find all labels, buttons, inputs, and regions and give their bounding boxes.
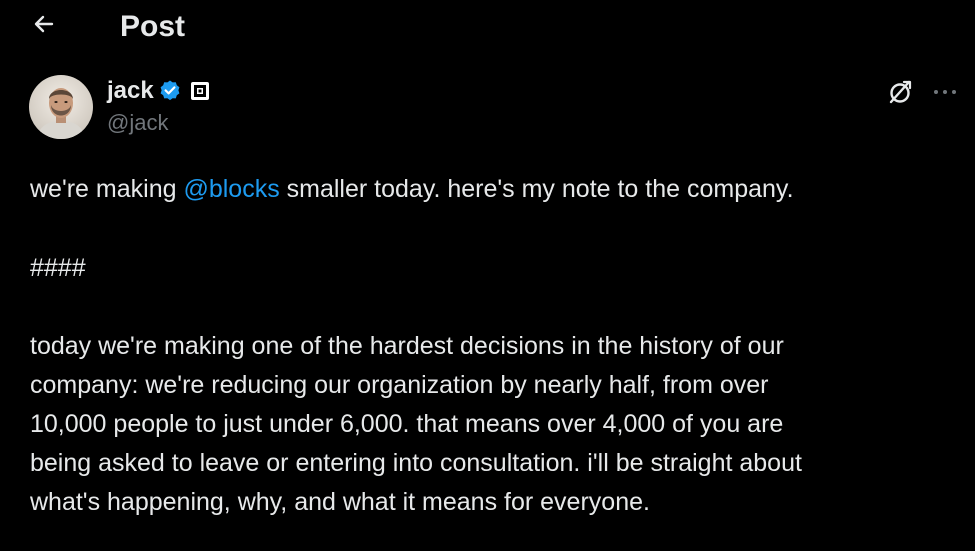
page-title: Post bbox=[120, 10, 186, 43]
post-paragraph-line: today we're making one of the hardest de… bbox=[30, 332, 784, 360]
post-text-suffix: smaller today. here's my note to the com… bbox=[279, 175, 794, 203]
post-paragraph-line: what's happening, why, and what it means… bbox=[30, 488, 650, 516]
post-header: Post bbox=[0, 0, 975, 56]
post-paragraph-line: being asked to leave or entering into co… bbox=[30, 449, 802, 477]
author-name-row: jack bbox=[107, 76, 210, 106]
avatar[interactable] bbox=[29, 75, 93, 139]
grok-icon bbox=[886, 78, 914, 111]
back-button[interactable] bbox=[26, 8, 62, 44]
grok-button[interactable] bbox=[884, 78, 916, 110]
affiliate-square-icon[interactable] bbox=[190, 81, 210, 101]
more-button[interactable] bbox=[928, 78, 962, 106]
post-paragraph-line: 10,000 people to just under 6,000. that … bbox=[30, 410, 784, 438]
author-display-name[interactable]: jack bbox=[107, 76, 154, 106]
post-text-prefix: we're making bbox=[30, 175, 184, 203]
verified-badge-icon[interactable] bbox=[158, 79, 182, 103]
mention-link[interactable]: @blocks bbox=[183, 175, 279, 203]
author-handle[interactable]: @jack bbox=[107, 109, 210, 137]
more-dots-icon bbox=[932, 83, 958, 101]
author-info: jack @jack bbox=[107, 76, 210, 137]
arrow-left-icon bbox=[32, 12, 56, 41]
post-text-intro: we're making @blocks smaller today. here… bbox=[30, 170, 945, 209]
post-separator: #### bbox=[30, 254, 86, 282]
post-paragraph-line: company: we're reducing our organization… bbox=[30, 371, 769, 399]
